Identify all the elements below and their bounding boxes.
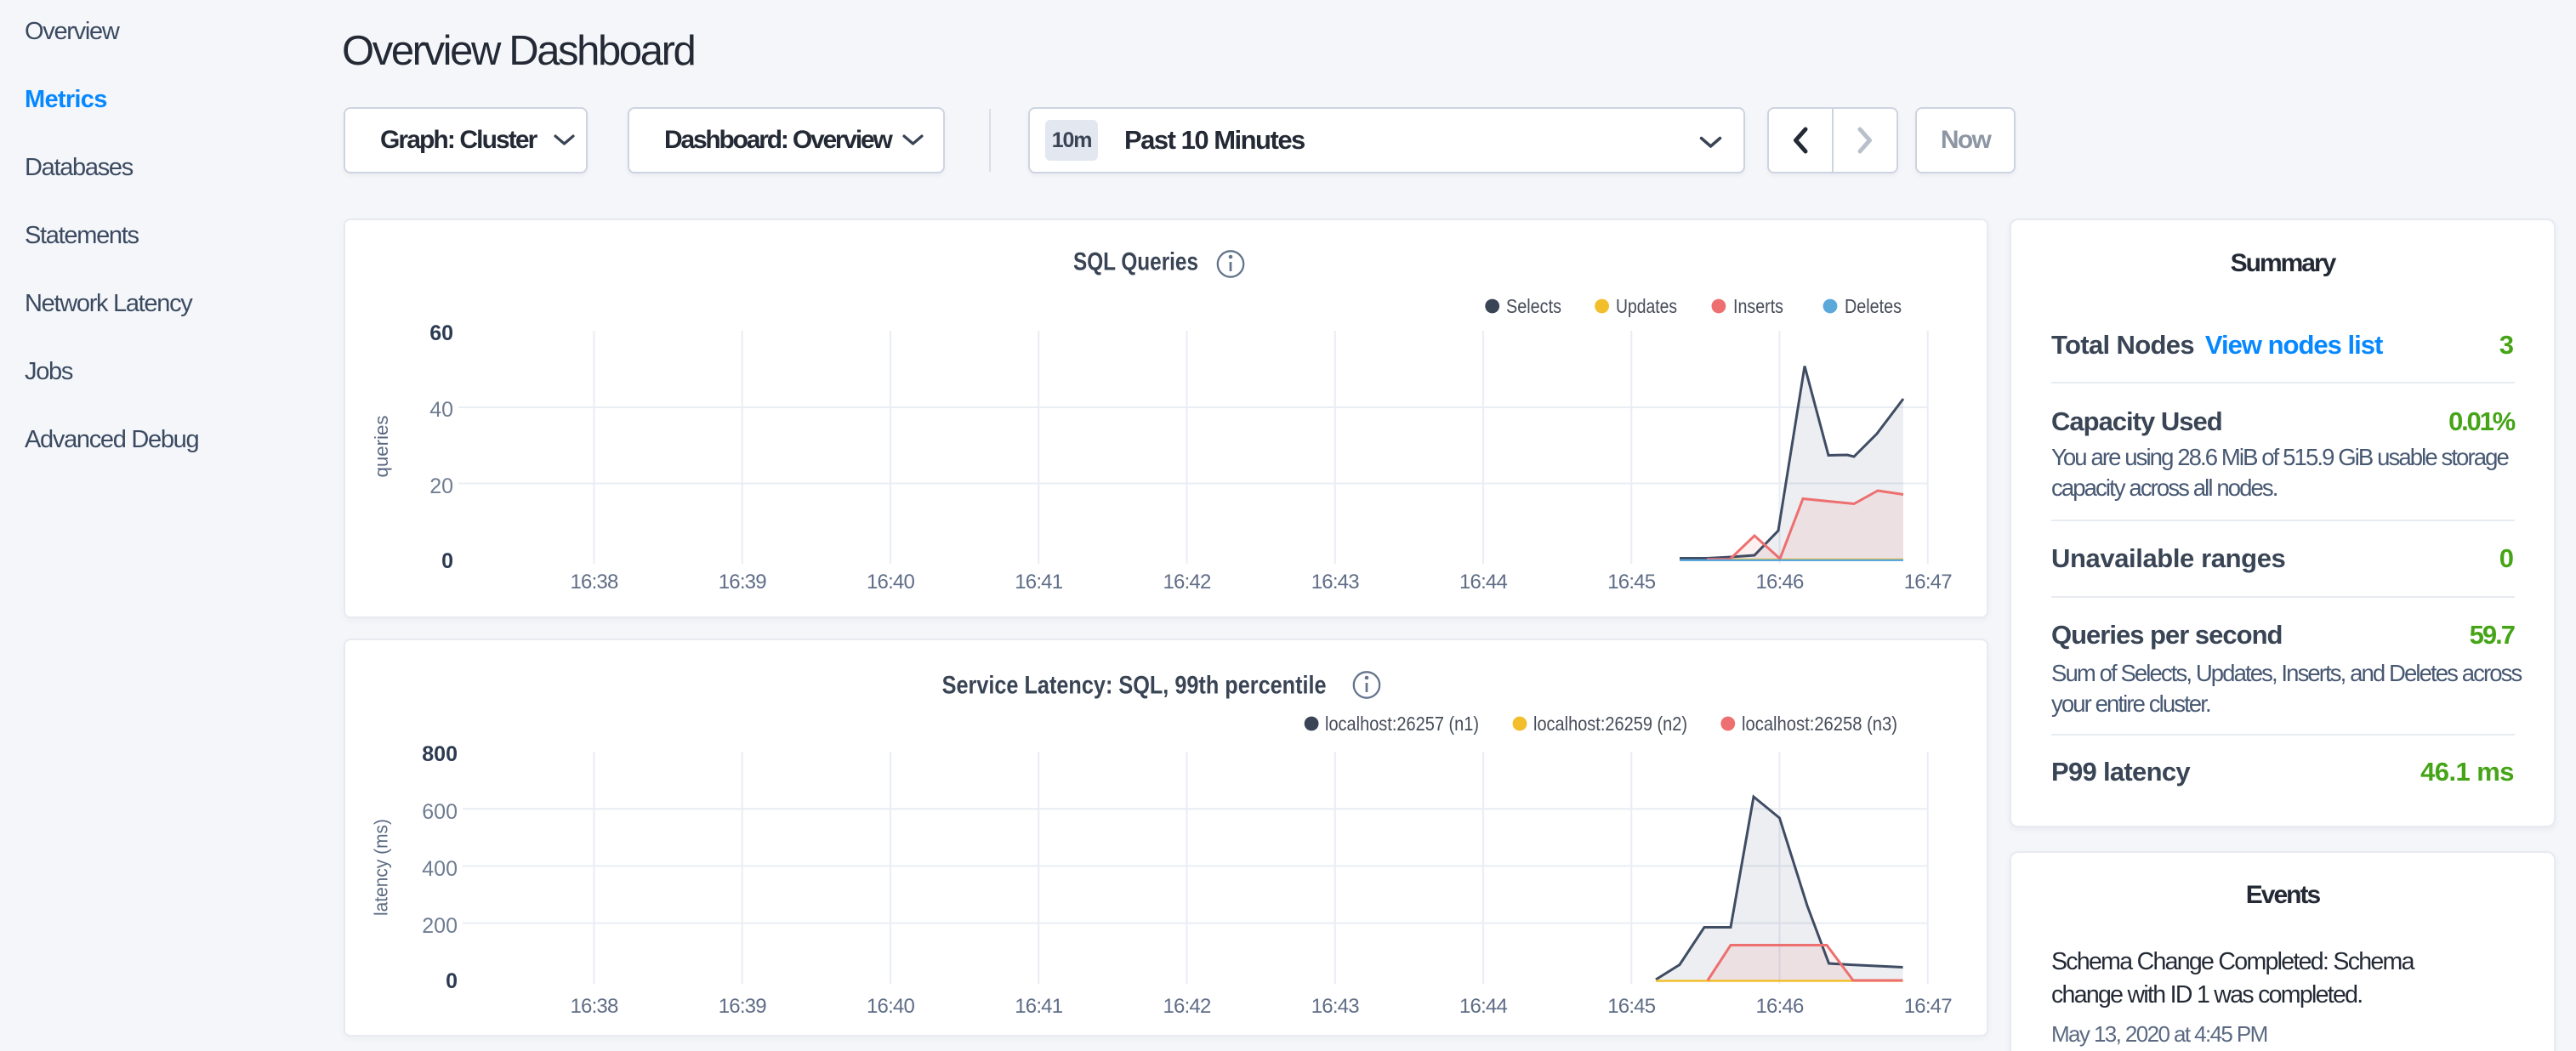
svg-text:20: 20 (429, 474, 453, 498)
svg-text:16:44: 16:44 (1459, 571, 1508, 594)
svg-text:16:44: 16:44 (1459, 995, 1508, 1018)
svg-text:Selects: Selects (1506, 295, 1561, 317)
svg-text:queries: queries (371, 416, 392, 478)
svg-text:localhost:26257 (n1): localhost:26257 (n1) (1325, 713, 1479, 735)
svg-text:0: 0 (446, 969, 458, 993)
svg-text:16:41: 16:41 (1015, 571, 1063, 594)
svg-text:16:40: 16:40 (867, 571, 915, 594)
svg-text:16:38: 16:38 (570, 571, 618, 594)
svg-text:800: 800 (422, 742, 458, 766)
svg-text:Inserts: Inserts (1733, 295, 1783, 317)
svg-text:16:39: 16:39 (719, 995, 767, 1018)
svg-text:16:42: 16:42 (1163, 571, 1211, 594)
svg-text:400: 400 (422, 857, 458, 881)
svg-text:Deletes: Deletes (1845, 295, 1902, 317)
svg-text:localhost:26258 (n3): localhost:26258 (n3) (1742, 713, 1897, 735)
svg-text:16:42: 16:42 (1163, 995, 1211, 1018)
svg-text:16:47: 16:47 (1904, 995, 1953, 1018)
svg-text:Updates: Updates (1616, 295, 1677, 317)
svg-text:200: 200 (422, 914, 458, 938)
svg-text:16:47: 16:47 (1904, 571, 1953, 594)
svg-text:SQL Queries: SQL Queries (1073, 248, 1198, 276)
svg-text:16:46: 16:46 (1755, 571, 1804, 594)
svg-text:16:45: 16:45 (1607, 995, 1656, 1018)
svg-text:16:43: 16:43 (1311, 995, 1360, 1018)
svg-text:localhost:26259 (n2): localhost:26259 (n2) (1533, 713, 1687, 735)
svg-text:600: 600 (422, 800, 458, 824)
svg-text:0: 0 (441, 549, 453, 573)
svg-text:40: 40 (429, 398, 453, 422)
svg-text:Service Latency: SQL, 99th per: Service Latency: SQL, 99th percentile (942, 672, 1327, 700)
svg-text:16:45: 16:45 (1607, 571, 1656, 594)
svg-text:16:41: 16:41 (1015, 995, 1063, 1018)
svg-text:16:46: 16:46 (1755, 995, 1804, 1018)
svg-text:16:38: 16:38 (570, 995, 618, 1018)
svg-text:latency (ms): latency (ms) (371, 819, 392, 916)
svg-text:16:39: 16:39 (719, 571, 767, 594)
svg-text:60: 60 (429, 321, 453, 345)
svg-text:16:40: 16:40 (867, 995, 915, 1018)
svg-text:16:43: 16:43 (1311, 571, 1360, 594)
